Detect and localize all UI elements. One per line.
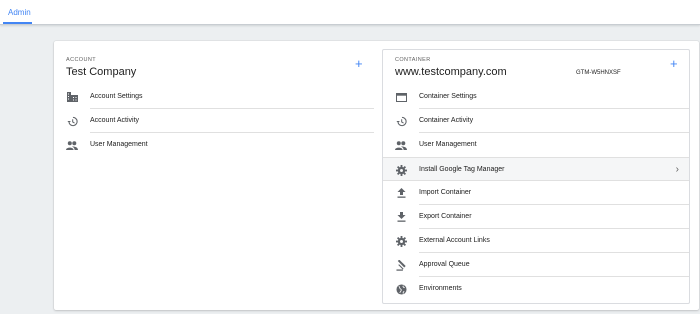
account-activity-label: Account Activity [90,117,140,124]
export-container-item[interactable]: Export Container [383,205,689,229]
import-container-item[interactable]: Import Container [383,181,689,205]
import-container-label: Import Container [419,189,472,196]
export-container-label: Export Container [419,213,472,220]
account-section-label: ACCOUNT [66,57,96,63]
container-activity-label: Container Activity [419,117,474,124]
approval-queue-item[interactable]: Approval Queue [383,253,689,277]
install-gtm-label: Install Google Tag Manager [419,166,505,173]
download-icon [395,211,407,223]
account-user-management-label: User Management [90,141,148,148]
chevron-right-icon: › [675,164,679,175]
external-account-links-label: External Account Links [419,237,490,244]
container-settings-item[interactable]: Container Settings [383,85,689,109]
gear-icon [395,164,407,176]
container-id: GTM-W5HNXSF [576,70,621,76]
account-user-management-item[interactable]: User Management [54,133,374,157]
container-user-management-label: User Management [419,141,477,148]
account-name: Test Company [66,66,137,78]
account-settings-item[interactable]: Account Settings [54,85,374,109]
admin-card: ACCOUNT Test Company + Account Settings … [54,41,699,310]
approval-queue-label: Approval Queue [419,261,470,268]
globe-icon [395,283,407,295]
active-tab-indicator [3,22,32,24]
tab-admin-label: Admin [8,8,31,17]
container-user-management-item[interactable]: User Management [383,133,689,157]
gavel-icon [395,259,407,271]
account-settings-label: Account Settings [90,93,143,100]
container-activity-item[interactable]: Container Activity [383,109,689,133]
history-icon [66,115,78,127]
environments-item[interactable]: Environments [383,277,689,301]
building-icon [66,91,78,103]
people-icon [395,139,407,151]
history-icon [395,115,407,127]
install-gtm-item[interactable]: Install Google Tag Manager › [383,157,689,181]
upload-icon [395,187,407,199]
container-panel: CONTAINER www.testcompany.com GTM-W5HNXS… [382,49,690,304]
container-icon [395,91,407,103]
account-panel: ACCOUNT Test Company + Account Settings … [54,41,374,310]
container-settings-label: Container Settings [419,93,477,100]
environments-label: Environments [419,285,462,292]
plus-icon[interactable]: + [355,57,363,70]
plus-icon[interactable]: + [670,57,678,70]
top-nav-bar: Admin [0,0,700,25]
people-icon [66,139,78,151]
external-account-links-item[interactable]: External Account Links [383,229,689,253]
container-name: www.testcompany.com [395,66,507,78]
gear-icon [395,235,407,247]
container-section-label: CONTAINER [395,57,431,63]
account-activity-item[interactable]: Account Activity [54,109,374,133]
